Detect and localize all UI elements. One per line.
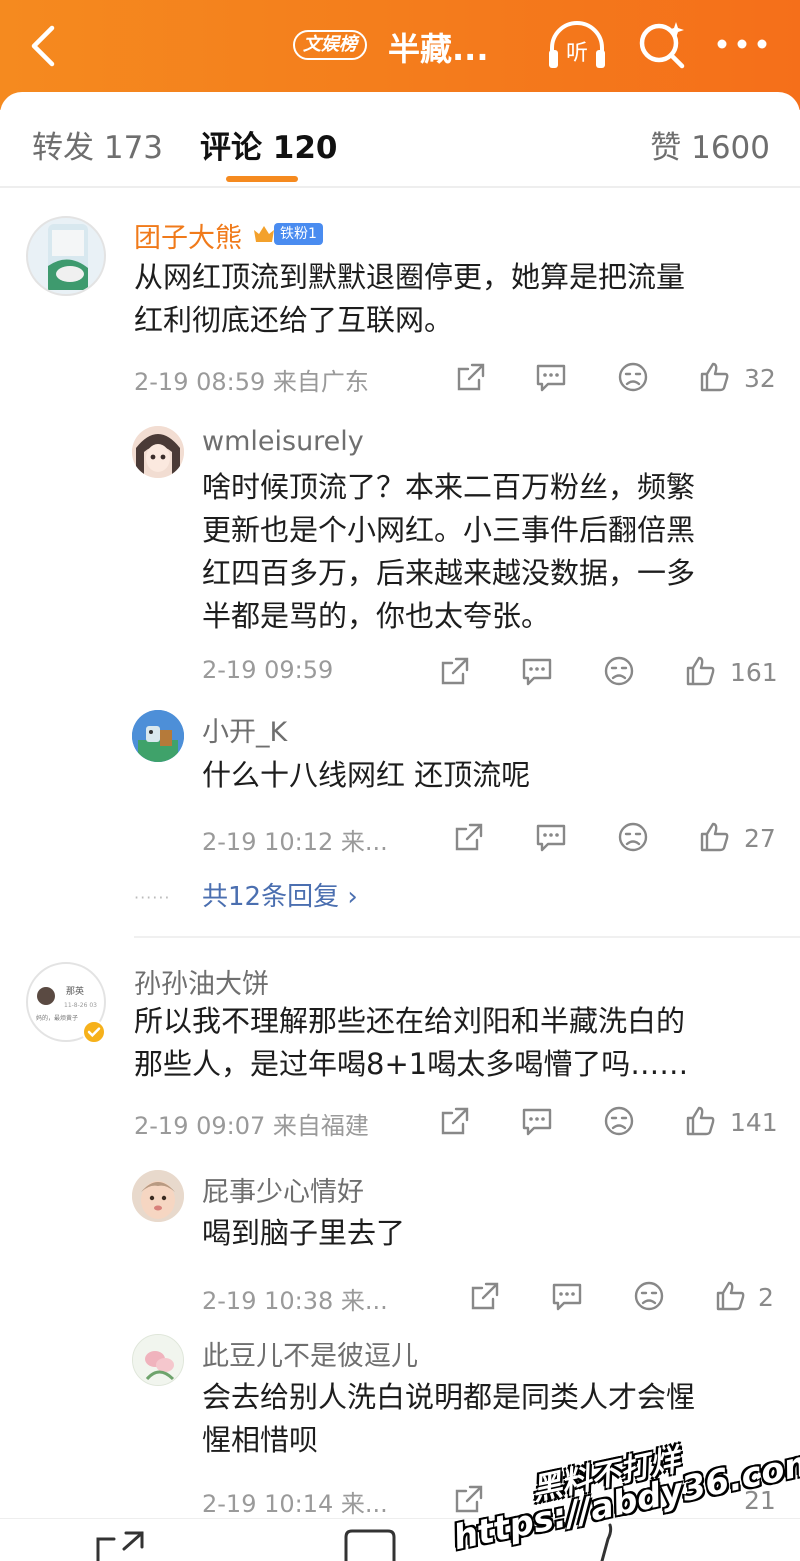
like-count: 2 <box>758 1283 774 1312</box>
tab-repost[interactable]: 转发 173 <box>32 122 163 167</box>
search-icon[interactable] <box>636 18 688 70</box>
share-icon[interactable] <box>92 1525 152 1561</box>
replies-divider-dots: ······ <box>134 888 171 907</box>
back-icon[interactable] <box>22 22 66 70</box>
comment-icon[interactable] <box>534 820 568 854</box>
reply-text-line: 什么十八线网红 还顶流呢 <box>202 758 531 792</box>
comment-icon[interactable] <box>520 1104 554 1138</box>
like-count: 141 <box>730 1108 778 1137</box>
ranking-tag[interactable]: 文娱榜 <box>293 30 367 60</box>
reply-username[interactable]: 小开_K <box>202 710 287 749</box>
dislike-face-icon[interactable] <box>616 360 650 394</box>
comment-divider <box>134 936 800 938</box>
comment-username[interactable]: 团子大熊 <box>134 216 242 255</box>
comment-time: 2-19 09:07 来自福建 <box>134 1112 369 1140</box>
comment-text: 从网红顶流到默默退圈停更，她算是把流量 红利彻底还给了互联网。 <box>134 256 685 342</box>
reply-time: 2-19 10:12 来... <box>202 828 388 856</box>
fan-badge: 铁粉1 <box>252 221 323 247</box>
tab-like[interactable]: 赞 1600 <box>650 122 770 167</box>
share-icon[interactable] <box>452 820 486 854</box>
reply-username[interactable]: wmleisurely <box>202 426 364 457</box>
comment-username[interactable]: 孙孙油大饼 <box>134 962 269 1001</box>
tab-comment[interactable]: 评论 120 <box>200 122 338 167</box>
reply-text-line: 会去给别人洗白说明都是同类人才会惺 <box>202 1380 696 1414</box>
comment-text-line: 从网红顶流到默默退圈停更，她算是把流量 <box>134 260 686 294</box>
reply-text: 啥时候顶流了？本来二百万粉丝，频繁 更新也是个小网红。小三事件后翻倍黑 红四百多… <box>202 466 695 638</box>
more-replies-link[interactable]: 共12条回复 › <box>202 876 358 913</box>
reply-text: 喝到脑子里去了 <box>202 1212 405 1255</box>
reply-text-line: 啥时候顶流了？本来二百万粉丝，频繁 <box>202 470 696 504</box>
bottom-action-bar <box>0 1518 800 1561</box>
avatar[interactable] <box>26 216 106 296</box>
reply-username[interactable]: 屁事少心情好 <box>202 1170 364 1209</box>
dislike-face-icon[interactable] <box>616 820 650 854</box>
fan-badge-label: 铁粉1 <box>274 223 323 245</box>
svg-text:妈的，最烦黄子: 妈的，最烦黄子 <box>36 1014 78 1022</box>
reply-time: 2-19 09:59 <box>202 656 334 684</box>
avatar[interactable] <box>132 1170 184 1222</box>
page-title: 半藏... <box>388 30 489 68</box>
reply-text-line: 半都是骂的，你也太夸张。 <box>202 599 551 633</box>
reply-username[interactable]: 此豆儿不是彼逗儿 <box>202 1334 418 1373</box>
avatar[interactable] <box>132 426 184 478</box>
share-icon[interactable] <box>438 1104 472 1138</box>
comment-text-line: 红利彻底还给了互联网。 <box>134 303 454 337</box>
svg-text:11-8-26 03: 11-8-26 03 <box>64 1002 97 1009</box>
reply-text-line: 更新也是个小网红。小三事件后翻倍黑 <box>202 513 696 547</box>
like-icon[interactable] <box>684 654 718 688</box>
avatar[interactable] <box>132 710 184 762</box>
active-tab-indicator <box>226 176 298 182</box>
dislike-face-icon[interactable] <box>632 1279 666 1313</box>
reply-text-line: 喝到脑子里去了 <box>202 1216 406 1250</box>
reply-text-line: 红四百多万，后来越来越没数据，一多 <box>202 556 696 590</box>
share-icon[interactable] <box>454 360 488 394</box>
like-count: 32 <box>744 364 776 393</box>
tab-bar: 转发 173 评论 120 赞 1600 <box>0 92 800 188</box>
comment-icon[interactable] <box>550 1279 584 1313</box>
listen-icon[interactable]: 听 <box>546 20 608 72</box>
like-count: 161 <box>730 658 778 687</box>
avatar[interactable] <box>132 1334 184 1386</box>
like-icon[interactable] <box>684 1104 718 1138</box>
dislike-face-icon[interactable] <box>602 654 636 688</box>
svg-text:那英: 那英 <box>66 985 84 997</box>
like-count: 27 <box>744 824 776 853</box>
like-icon[interactable] <box>698 360 732 394</box>
reply-time: 2-19 10:38 来... <box>202 1287 388 1315</box>
comment-text-line: 那些人，是过年喝8+1喝太多喝懵了吗…… <box>134 1047 689 1081</box>
comment-text: 所以我不理解那些还在给刘阳和半藏洗白的 那些人，是过年喝8+1喝太多喝懵了吗…… <box>134 1000 688 1086</box>
crown-icon <box>254 226 274 242</box>
share-icon[interactable] <box>468 1279 502 1313</box>
like-icon[interactable] <box>698 820 732 854</box>
verified-icon <box>82 1020 106 1044</box>
svg-text:听: 听 <box>566 41 588 66</box>
reply-text: 什么十八线网红 还顶流呢 <box>202 754 530 797</box>
share-icon[interactable] <box>438 654 472 688</box>
more-icon[interactable] <box>716 36 768 52</box>
comment-time: 2-19 08:59 来自广东 <box>134 368 369 396</box>
dislike-face-icon[interactable] <box>602 1104 636 1138</box>
like-icon[interactable] <box>714 1279 748 1313</box>
comment-icon[interactable] <box>340 1527 400 1561</box>
comment-icon[interactable] <box>520 654 554 688</box>
share-icon[interactable] <box>452 1482 486 1516</box>
comment-text-line: 所以我不理解那些还在给刘阳和半藏洗白的 <box>134 1004 686 1038</box>
comment-icon[interactable] <box>534 360 568 394</box>
reply-time: 2-19 10:14 来... <box>202 1490 388 1518</box>
